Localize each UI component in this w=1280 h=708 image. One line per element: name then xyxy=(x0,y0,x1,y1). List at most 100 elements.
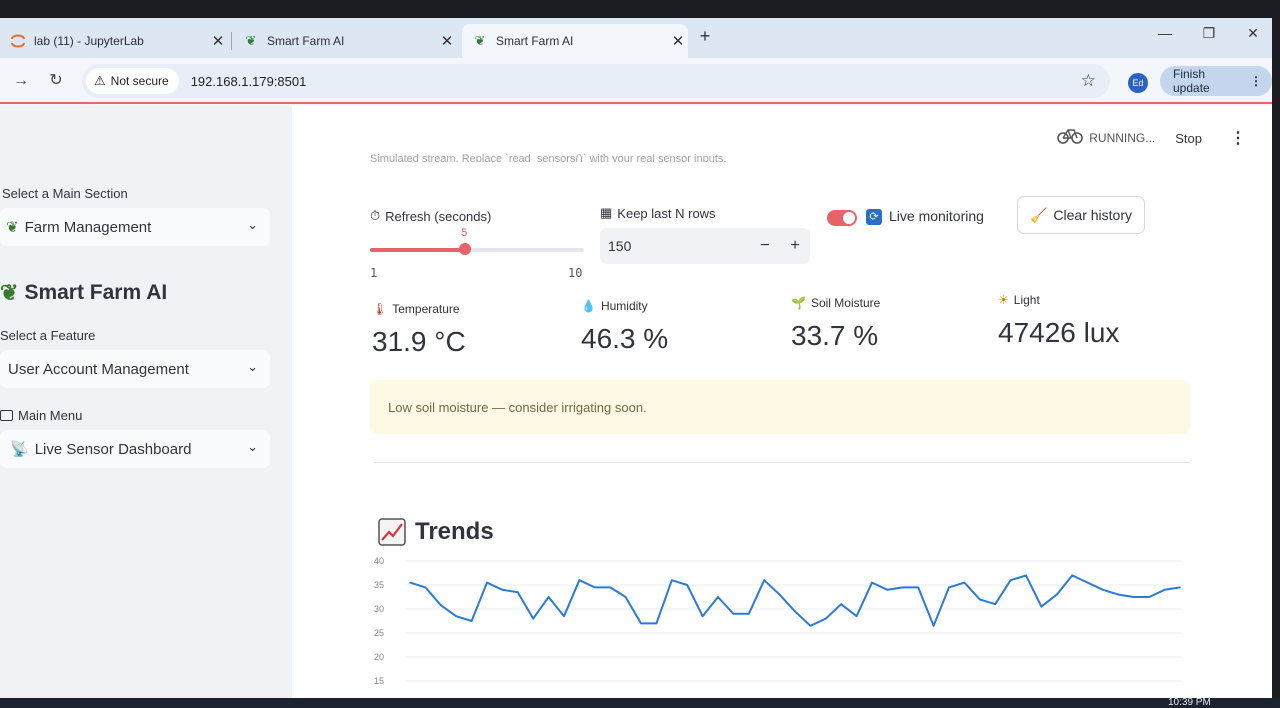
refresh-slider-track[interactable] xyxy=(370,248,584,252)
tab-smart-farm-2[interactable]: ❦ Smart Farm AI ✕ xyxy=(462,24,688,58)
tab-jupyterlab[interactable]: lab (11) - JupyterLab ✕ xyxy=(0,24,228,58)
chevron-down-icon: ⌄ xyxy=(247,217,258,232)
metric-value: 47426 lux xyxy=(998,317,1120,348)
trends-line-chart: 40353025201510 xyxy=(374,556,1182,708)
data-point xyxy=(470,620,473,622)
toggle-knob xyxy=(843,212,855,224)
y-tick-label: 20 xyxy=(374,652,384,662)
keep-rows-input[interactable]: 150 xyxy=(600,228,810,264)
tab-separator xyxy=(231,32,232,50)
series-line xyxy=(409,574,1181,627)
feature-select[interactable]: User Account Management ⌄ xyxy=(0,350,270,388)
stop-button[interactable]: Stop xyxy=(1175,131,1202,146)
seedling-icon: 🌱 xyxy=(791,296,806,310)
close-window-icon[interactable]: ✕ xyxy=(1238,20,1268,46)
refresh-icon: ⟳ xyxy=(866,209,882,225)
decrement-button[interactable]: − xyxy=(752,228,778,264)
data-point xyxy=(517,591,519,593)
browser-menu-icon[interactable]: ⋮ xyxy=(1250,74,1262,88)
data-point xyxy=(1117,593,1120,596)
data-point xyxy=(963,581,966,584)
data-point xyxy=(778,593,781,596)
data-point xyxy=(1102,589,1104,591)
data-point xyxy=(1133,596,1135,598)
data-point xyxy=(1148,596,1150,598)
data-point xyxy=(886,589,889,591)
data-point xyxy=(855,615,858,617)
data-point xyxy=(655,622,658,625)
close-icon[interactable]: ✕ xyxy=(208,32,228,50)
data-point xyxy=(640,622,642,625)
data-point xyxy=(547,596,550,598)
data-point xyxy=(717,596,719,598)
refresh-label: ⏱ Refresh (seconds) xyxy=(370,208,492,224)
chart-increasing-icon xyxy=(378,518,406,546)
stream-caption: Simulated stream. Replace `read_sensors(… xyxy=(370,153,727,162)
data-point xyxy=(1086,581,1089,584)
clear-history-label: Clear history xyxy=(1053,207,1133,223)
stopwatch-icon: ⏱ xyxy=(370,208,381,223)
thermometer-icon: 🌡 xyxy=(372,302,388,316)
data-point xyxy=(532,617,534,620)
restore-icon[interactable]: ❐ xyxy=(1194,20,1224,46)
metric-value: 46.3 % xyxy=(581,323,669,354)
close-icon[interactable]: ✕ xyxy=(668,32,688,50)
data-point xyxy=(594,586,596,589)
tab-title: lab (11) - JupyterLab xyxy=(34,34,144,48)
jupyter-icon xyxy=(10,33,26,49)
security-chip[interactable]: ⚠ Not secure xyxy=(86,68,179,94)
data-point xyxy=(609,586,611,589)
main-menu-select[interactable]: 📡 Live Sensor Dashboard ⌄ xyxy=(0,430,270,468)
feature-value: User Account Management xyxy=(8,360,189,378)
data-point xyxy=(686,584,688,586)
close-icon[interactable]: ✕ xyxy=(437,32,457,50)
menu-square-icon xyxy=(0,410,13,421)
data-point xyxy=(840,603,842,605)
refresh-slider-max: 10 xyxy=(568,266,583,280)
data-point xyxy=(409,581,411,584)
main-section-select[interactable]: ❦ Farm Management ⌄ xyxy=(0,208,270,246)
data-point xyxy=(501,589,504,591)
data-point xyxy=(871,581,873,584)
main-section-value: Farm Management xyxy=(24,218,152,236)
live-monitoring-toggle[interactable] xyxy=(827,210,857,226)
data-point xyxy=(994,603,996,605)
data-point xyxy=(578,579,581,581)
data-point xyxy=(932,625,935,627)
data-point xyxy=(424,586,427,589)
data-point xyxy=(902,586,904,589)
data-point xyxy=(809,625,812,627)
streamlit-app: Select a Main Section ❦ Farm Management … xyxy=(0,106,1272,708)
refresh-slider-min: 1 xyxy=(370,266,378,280)
data-point xyxy=(563,615,565,617)
address-bar[interactable]: ⚠ Not secure 192.168.1.179:8501 ☆ xyxy=(82,64,1110,98)
leaf-icon: ❦ xyxy=(245,33,257,48)
keep-rows-label: ▦ Keep last N rows xyxy=(600,205,716,221)
refresh-slider-thumb[interactable] xyxy=(459,243,472,255)
leaf-icon: ❦ xyxy=(0,280,19,305)
minimize-icon[interactable]: — xyxy=(1150,20,1180,46)
finish-update-button[interactable]: Finish update ⋮ xyxy=(1160,66,1272,96)
bookmark-star-icon[interactable]: ☆ xyxy=(1081,71,1096,91)
alert-text: Low soil moisture — consider irrigating … xyxy=(388,400,647,415)
app-menu-icon[interactable]: ⋮ xyxy=(1230,128,1246,148)
profile-avatar[interactable]: Ed xyxy=(1128,73,1148,93)
tab-smart-farm-1[interactable]: ❦ Smart Farm AI ✕ xyxy=(233,24,457,58)
browser-window: lab (11) - JupyterLab ✕ ❦ Smart Farm AI … xyxy=(0,18,1272,708)
url-text[interactable]: 192.168.1.179:8501 xyxy=(191,74,307,89)
data-point xyxy=(1163,589,1166,591)
reload-icon[interactable]: ↻ xyxy=(45,70,67,92)
data-point xyxy=(1056,593,1058,596)
main-content: RUNNING... Stop ⋮ Simulated stream. Repl… xyxy=(292,106,1272,708)
new-tab-button[interactable]: + xyxy=(695,26,715,46)
data-point xyxy=(948,586,950,589)
increment-button[interactable]: + xyxy=(782,228,808,264)
metric-temperature: 🌡 Temperature 31.9 °C xyxy=(372,302,466,357)
metric-humidity: 💧 Humidity 46.3 % xyxy=(581,299,669,354)
refresh-slider-value: 5 xyxy=(461,227,468,239)
data-point xyxy=(486,581,488,584)
droplet-icon: 💧 xyxy=(581,299,596,313)
forward-icon[interactable]: → xyxy=(10,70,32,92)
main-menu-label: Main Menu xyxy=(0,408,82,423)
clear-history-button[interactable]: 🧹 Clear history xyxy=(1017,196,1145,234)
